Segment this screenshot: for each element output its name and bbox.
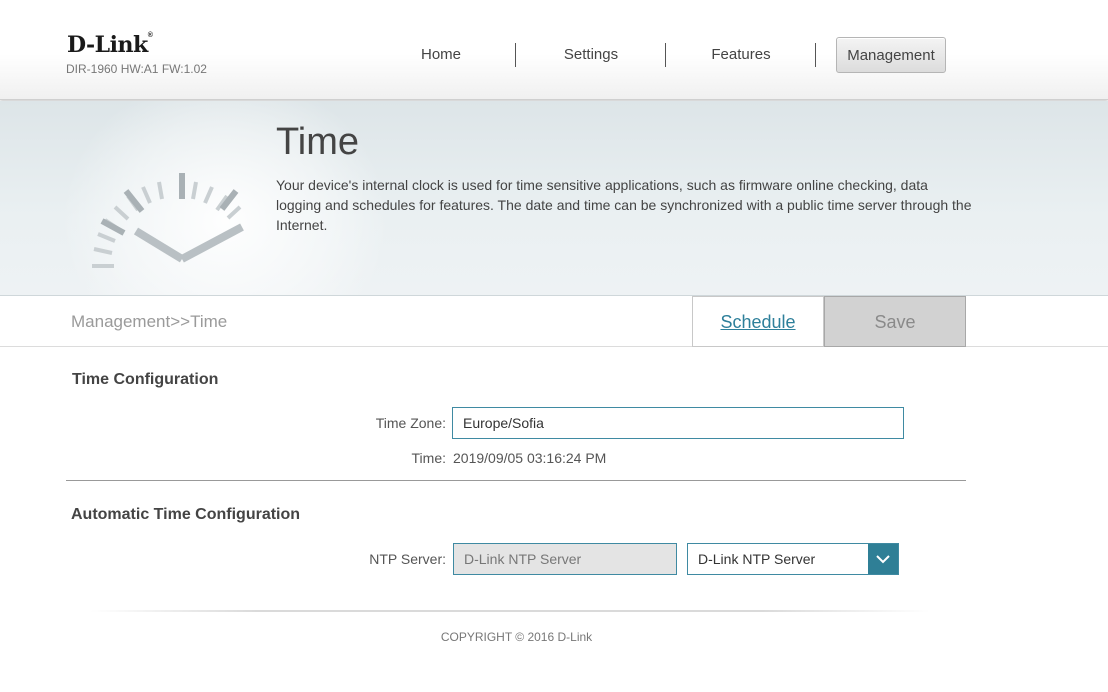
clock-icon: [92, 173, 244, 268]
page-title: Time: [276, 121, 360, 163]
breadcrumb: Management>>Time: [71, 312, 228, 331]
footer-divider: [90, 610, 930, 612]
nav-settings[interactable]: Settings: [516, 37, 666, 73]
ntp-server-label: NTP Server:: [369, 551, 446, 567]
schedule-button[interactable]: Schedule: [692, 296, 824, 347]
time-label: Time:: [411, 450, 446, 466]
model-info: DIR-1960 HW:A1 FW:1.02: [66, 62, 207, 76]
timezone-label: Time Zone:: [375, 415, 446, 431]
logo-text: D-Link: [67, 32, 148, 58]
ntp-select-value: D-Link NTP Server: [698, 551, 816, 567]
page-banner: Time Your device's internal clock is use…: [0, 101, 1108, 296]
time-value: 2019/09/05 03:16:24 PM: [453, 450, 607, 466]
ntp-server-select[interactable]: D-Link NTP Server: [687, 543, 899, 575]
copyright-text: COPYRIGHT © 2016 D-Link: [440, 630, 593, 644]
nav-features[interactable]: Features: [666, 37, 816, 73]
ntp-server-input[interactable]: D-Link NTP Server: [453, 543, 677, 575]
save-button[interactable]: Save: [824, 296, 966, 347]
nav-management[interactable]: Management: [836, 37, 946, 73]
top-header: D-Link® DIR-1960 HW:A1 FW:1.02 Home Sett…: [0, 0, 1108, 100]
timezone-input[interactable]: [452, 407, 904, 439]
time-config-title: Time Configuration: [72, 371, 219, 388]
nav-separator: [815, 43, 816, 67]
nav-home[interactable]: Home: [366, 37, 516, 73]
action-bar: Management>>Time Schedule Save: [0, 296, 1108, 347]
dlink-logo[interactable]: D-Link®: [67, 32, 153, 58]
section-divider: [66, 480, 966, 481]
registered-mark: ®: [147, 32, 153, 39]
page-description: Your device's internal clock is used for…: [276, 177, 972, 233]
chevron-down-icon[interactable]: [868, 544, 898, 574]
auto-time-config-title: Automatic Time Configuration: [71, 506, 301, 523]
